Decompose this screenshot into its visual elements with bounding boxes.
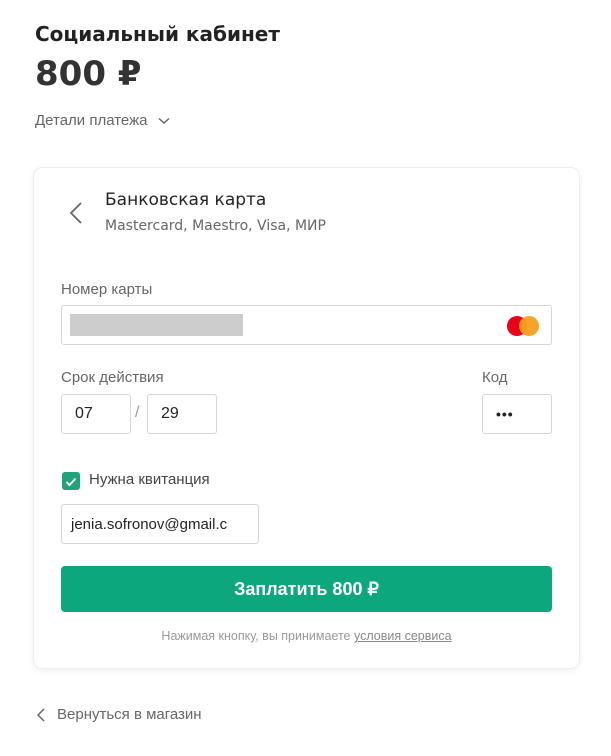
method-back-button[interactable] <box>64 201 88 229</box>
email-field[interactable]: jenia.sofronov@gmail.c <box>61 504 259 544</box>
terms-text: Нажимая кнопку, вы принимаете <box>161 629 354 643</box>
expiry-separator: / <box>135 404 140 421</box>
expiry-label: Срок действия <box>61 369 164 386</box>
chevron-left-icon <box>37 707 45 722</box>
mastercard-icon <box>507 316 541 336</box>
chevron-down-icon <box>157 117 170 125</box>
terms-notice: Нажимая кнопку, вы принимаете условия се… <box>34 629 579 643</box>
card-number-field[interactable] <box>61 305 552 345</box>
back-to-shop-label: Вернуться в магазин <box>57 706 202 723</box>
chevron-left-icon <box>69 201 83 229</box>
merchant-name: Социальный кабинет <box>35 22 280 46</box>
pay-button[interactable]: Заплатить 800 ₽ <box>61 566 552 612</box>
expiry-month-field[interactable]: 07 <box>61 394 131 434</box>
payment-method-subtitle: Mastercard, Maestro, Visa, МИР <box>105 218 326 234</box>
back-to-shop-link[interactable]: Вернуться в магазин <box>37 706 202 723</box>
cvc-field[interactable]: ••• <box>482 394 552 434</box>
receipt-checkbox[interactable] <box>62 472 80 490</box>
card-number-label: Номер карты <box>61 281 153 298</box>
expiry-year-field[interactable]: 29 <box>147 394 217 434</box>
terms-link[interactable]: условия сервиса <box>354 629 452 643</box>
payment-amount: 800 ₽ <box>35 54 142 94</box>
payment-method-title: Банковская карта <box>105 190 267 210</box>
payment-details-toggle[interactable]: Детали платежа <box>35 112 170 129</box>
cvc-label: Код <box>482 369 508 386</box>
card-number-redacted <box>70 314 243 336</box>
payment-form-card: Банковская карта Mastercard, Maestro, Vi… <box>34 168 579 668</box>
receipt-label: Нужна квитанция <box>89 471 210 488</box>
payment-details-label: Детали платежа <box>35 112 148 129</box>
check-icon <box>65 472 77 491</box>
